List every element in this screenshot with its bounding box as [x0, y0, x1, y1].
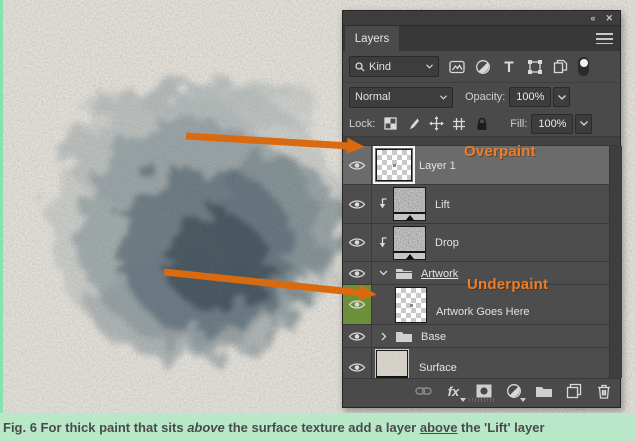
panel-menu-icon[interactable]	[596, 33, 613, 44]
panel-tabbar: Layers	[343, 26, 620, 51]
eye-icon	[348, 199, 366, 210]
blend-mode-dropdown[interactable]: Normal	[349, 87, 453, 108]
panel-resize-grip[interactable]	[469, 398, 495, 402]
chevron-down-icon	[440, 95, 447, 100]
type-layer-filter-icon[interactable]	[500, 58, 517, 75]
figure-6-screenshot: « ✕ Layers Kind	[0, 0, 635, 441]
tab-layers[interactable]: Layers	[345, 26, 399, 51]
eye-icon	[348, 331, 366, 342]
opacity-input[interactable]: 100%	[509, 87, 551, 107]
layer-name[interactable]: Lift	[435, 199, 450, 211]
layer-name[interactable]: Layer 1	[419, 160, 456, 172]
opacity-dropdown-button[interactable]	[553, 87, 570, 107]
close-panel-icon[interactable]: ✕	[605, 14, 613, 23]
pixel-layer-filter-icon[interactable]	[448, 58, 465, 75]
visibility-toggle[interactable]	[343, 262, 372, 284]
layer-name[interactable]: Surface	[419, 362, 457, 374]
visibility-toggle[interactable]	[343, 146, 372, 184]
visibility-toggle[interactable]	[343, 224, 372, 261]
figure-caption-bar: Fig. 6 For thick paint that sits above t…	[0, 413, 635, 441]
group-row-base[interactable]: Base	[343, 325, 609, 348]
eye-icon	[348, 268, 366, 279]
group-name[interactable]: Artwork	[421, 268, 458, 280]
eye-icon	[348, 160, 366, 171]
shape-layer-filter-icon[interactable]	[526, 58, 543, 75]
chevron-down-icon	[460, 398, 466, 402]
annotation-overpaint: Overpaint	[464, 143, 536, 160]
link-layers-icon[interactable]	[415, 383, 432, 400]
fill-dropdown-button[interactable]	[575, 114, 592, 134]
group-name[interactable]: Base	[421, 331, 446, 343]
filter-kind-dropdown[interactable]: Kind	[349, 56, 439, 77]
layers-panel: « ✕ Layers Kind	[342, 10, 621, 408]
layer-name[interactable]: Drop	[435, 237, 459, 249]
layer-list: Layer 1 Lift	[343, 146, 609, 378]
chevron-collapsed-icon[interactable]	[381, 332, 387, 341]
search-icon	[355, 62, 365, 72]
scrollbar-track[interactable]	[609, 146, 622, 378]
chevron-expanded-icon[interactable]	[379, 270, 388, 276]
chevron-down-icon	[520, 398, 526, 402]
layer-style-fx-icon[interactable]: fx	[445, 383, 462, 400]
new-adjustment-layer-icon[interactable]	[505, 383, 522, 400]
lock-artboard-icon[interactable]	[451, 116, 467, 132]
fx-label: fx	[448, 385, 460, 398]
opacity-label: Opacity:	[465, 91, 505, 103]
blend-mode-row: Normal Opacity: 100%	[343, 83, 620, 111]
layers-panel-toolbar: fx	[343, 378, 620, 403]
fill-label: Fill:	[510, 118, 527, 130]
eye-icon	[348, 237, 366, 248]
new-layer-icon[interactable]	[565, 383, 582, 400]
blend-mode-value: Normal	[355, 91, 390, 103]
adjustment-layer-filter-icon[interactable]	[474, 58, 491, 75]
lock-row: Lock: Fill: 100%	[343, 111, 620, 137]
figure-caption: Fig. 6 For thick paint that sits above t…	[3, 420, 545, 435]
layer-thumbnail[interactable]	[393, 187, 426, 221]
lock-pixels-icon[interactable]	[405, 116, 421, 132]
layer-thumbnail[interactable]	[393, 226, 426, 260]
chevron-down-icon	[426, 64, 433, 69]
filter-kind-label: Kind	[369, 61, 391, 73]
visibility-toggle[interactable]	[343, 185, 372, 223]
eye-icon	[348, 299, 366, 310]
smart-object-filter-icon[interactable]	[552, 58, 569, 75]
delete-layer-icon[interactable]	[595, 383, 612, 400]
layer-filter-row: Kind	[343, 51, 620, 83]
chevron-down-icon	[558, 95, 566, 100]
fill-input[interactable]: 100%	[531, 114, 573, 134]
panel-titlebar: « ✕	[343, 11, 620, 26]
layer-filter-toggle-switch[interactable]	[578, 57, 589, 76]
lock-transparency-icon[interactable]	[382, 116, 398, 132]
layer-thumbnail[interactable]	[395, 287, 427, 323]
layer-row-lift[interactable]: Lift	[343, 185, 609, 224]
figure-border	[0, 0, 3, 441]
collapse-panel-icon[interactable]: «	[590, 14, 595, 23]
visibility-toggle[interactable]	[343, 325, 372, 347]
chevron-down-icon	[580, 121, 588, 126]
lock-position-icon[interactable]	[428, 116, 444, 132]
annotation-underpaint: Underpaint	[467, 276, 548, 293]
layer-name[interactable]: Artwork Goes Here	[436, 306, 530, 318]
add-layer-mask-icon[interactable]	[475, 383, 492, 400]
folder-icon	[395, 329, 413, 343]
visibility-toggle-highlighted[interactable]	[343, 285, 372, 324]
new-group-icon[interactable]	[535, 383, 552, 400]
selected-layer-thumbnail[interactable]	[376, 149, 412, 181]
open-folder-icon	[395, 266, 413, 280]
clipping-mask-icon	[378, 237, 388, 249]
layer-row-drop[interactable]: Drop	[343, 224, 609, 262]
lock-label: Lock:	[349, 118, 375, 130]
lock-all-icon[interactable]	[474, 116, 490, 132]
eye-icon	[348, 362, 366, 373]
clipping-mask-icon	[378, 198, 388, 210]
